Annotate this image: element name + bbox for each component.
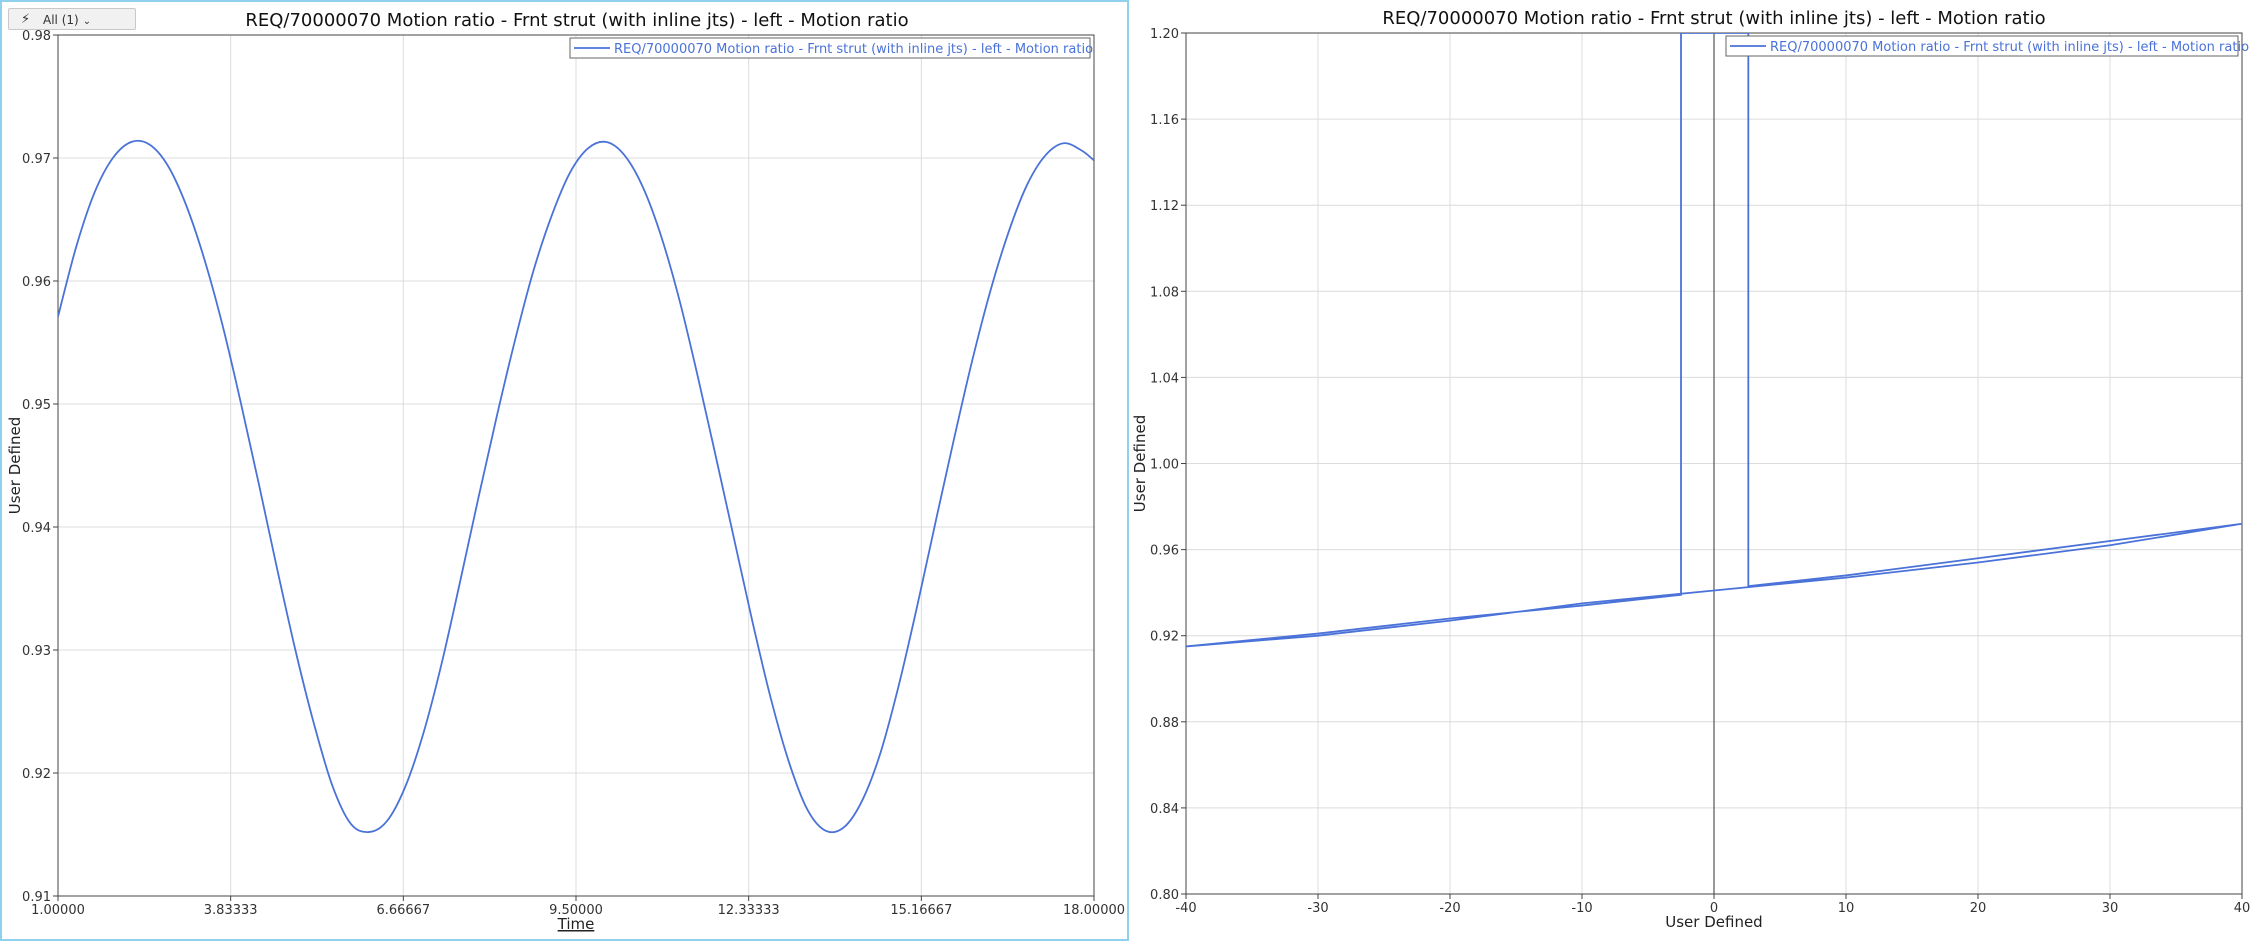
x-tick-label: 15.16667: [890, 903, 952, 918]
x-axis-label: Time: [557, 915, 595, 933]
y-tick-label: 1.12: [1150, 199, 1179, 214]
x-tick-label: 6.66667: [376, 903, 430, 918]
legend-entry: REQ/70000070 Motion ratio - Frnt strut (…: [1770, 40, 2249, 55]
x-tick-label: 3.83333: [204, 903, 258, 918]
y-axis-label: User Defined: [1131, 415, 1149, 512]
y-tick-label: 0.92: [1150, 630, 1179, 645]
y-tick-label: 1.08: [1150, 285, 1179, 300]
y-tick-label: 0.95: [22, 398, 51, 413]
x-tick-label: 10: [1838, 901, 1855, 916]
x-tick-label: 30: [2102, 901, 2119, 916]
legend-entry: REQ/70000070 Motion ratio - Frnt strut (…: [614, 42, 1093, 57]
x-tick-label: -10: [1571, 901, 1592, 916]
y-tick-label: 0.96: [22, 275, 51, 290]
y-tick-label: 0.97: [22, 152, 51, 167]
x-tick-label: 1.00000: [31, 903, 85, 918]
left-plot-panel: ⚡︎ All (1) ⌄ REQ/70000070 Motion ratio - …: [0, 0, 1129, 941]
y-tick-label: 0.98: [22, 29, 51, 44]
y-tick-label: 1.16: [1150, 113, 1179, 128]
y-tick-label: 1.00: [1150, 458, 1179, 473]
x-tick-label: -20: [1439, 901, 1460, 916]
y-tick-label: 0.92: [22, 767, 51, 782]
y-axis-label: User Defined: [6, 417, 24, 514]
motion-ratio-time-chart[interactable]: REQ/70000070 Motion ratio - Frnt strut (…: [2, 2, 1127, 939]
y-tick-label: 0.80: [1150, 888, 1179, 903]
y-tick-label: 1.04: [1150, 371, 1179, 386]
y-tick-label: 0.94: [22, 521, 51, 536]
motion-ratio-xy-chart[interactable]: REQ/70000070 Motion ratio - Frnt strut (…: [1129, 0, 2254, 941]
x-tick-label: 20: [1970, 901, 1987, 916]
chart-title: REQ/70000070 Motion ratio - Frnt strut (…: [245, 10, 908, 31]
y-tick-label: 0.93: [22, 644, 51, 659]
right-plot-panel: REQ/70000070 Motion ratio - Frnt strut (…: [1129, 0, 2254, 941]
y-tick-label: 0.91: [22, 890, 51, 905]
x-tick-label: 12.33333: [718, 903, 780, 918]
x-axis-label: User Defined: [1665, 913, 1762, 931]
x-tick-label: 40: [2234, 901, 2251, 916]
x-tick-label: 18.00000: [1063, 903, 1125, 918]
y-tick-label: 0.96: [1150, 544, 1179, 559]
y-tick-label: 1.20: [1150, 27, 1179, 42]
x-tick-label: -30: [1307, 901, 1328, 916]
y-tick-label: 0.88: [1150, 716, 1179, 731]
x-tick-label: -40: [1175, 901, 1196, 916]
chart-title: REQ/70000070 Motion ratio - Frnt strut (…: [1382, 8, 2045, 29]
y-tick-label: 0.84: [1150, 802, 1179, 817]
